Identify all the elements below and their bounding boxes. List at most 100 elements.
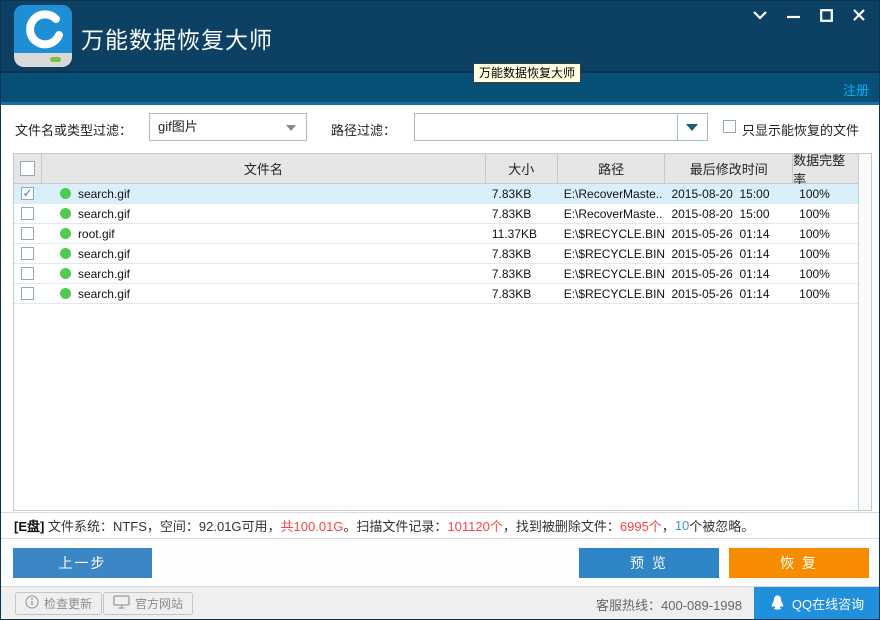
row-checkbox[interactable]	[21, 247, 34, 260]
app-window: 万能数据恢复大师 注册 万能数据恢复大师 文件名或类型过滤： gif图片 路径过…	[0, 0, 880, 620]
minimize-icon[interactable]	[785, 7, 801, 23]
column-header-filename[interactable]: 文件名	[42, 154, 486, 183]
chevron-down-icon	[686, 124, 698, 131]
file-name: search.gif	[78, 187, 130, 201]
file-size: 7.83KB	[486, 187, 558, 201]
file-size: 7.83KB	[486, 287, 558, 301]
file-modified: 2015-08-20 15:00	[665, 207, 793, 221]
file-name: search.gif	[78, 267, 130, 281]
file-integrity: 100%	[793, 287, 858, 301]
back-button[interactable]: 上一步	[13, 548, 152, 578]
only-recoverable-label[interactable]: 只显示能恢复的文件	[742, 120, 859, 139]
select-all-checkbox[interactable]	[20, 161, 35, 176]
row-checkbox[interactable]	[21, 207, 34, 220]
recoverable-dot-icon	[60, 268, 71, 279]
row-checkbox[interactable]	[21, 267, 34, 280]
recoverable-dot-icon	[60, 188, 71, 199]
recoverable-dot-icon	[60, 208, 71, 219]
file-size: 7.83KB	[486, 247, 558, 261]
status-text: 个被忽略。	[689, 516, 754, 535]
file-path: E:\$RECYCLE.BIN..	[558, 247, 666, 261]
type-filter-dropdown[interactable]: gif图片	[149, 113, 307, 141]
file-path: E:\$RECYCLE.BIN..	[558, 227, 666, 241]
action-bar: 上一步 预 览 恢 复	[1, 539, 879, 586]
file-integrity: 100%	[793, 227, 858, 241]
table-row[interactable]: root.gif 11.37KB E:\$RECYCLE.BIN.. 2015-…	[14, 224, 858, 244]
status-bar: [E盘] 文件系统：NTFS，空间：92.01G可用，共100.01G。扫描文件…	[1, 512, 879, 539]
register-link[interactable]: 注册	[843, 80, 869, 99]
scrollbar-track[interactable]	[858, 154, 871, 510]
check-update-label: 检查更新	[44, 595, 92, 612]
file-path: E:\$RECYCLE.BIN..	[558, 267, 666, 281]
close-icon[interactable]	[851, 7, 867, 23]
table-row[interactable]: search.gif 7.83KB E:\$RECYCLE.BIN.. 2015…	[14, 244, 858, 264]
path-filter-input[interactable]	[415, 114, 677, 140]
file-integrity: 100%	[793, 267, 858, 281]
footer-bar: 检查更新 官方网站 客服热线：400-089-1998 QQ在线咨询	[1, 586, 879, 619]
column-header-modified[interactable]: 最后修改时间	[665, 154, 793, 183]
table-row[interactable]: search.gif 7.83KB E:\$RECYCLE.BIN.. 2015…	[14, 284, 858, 304]
info-icon	[25, 595, 39, 612]
tooltip: 万能数据恢复大师	[473, 63, 581, 83]
chevron-down-icon	[286, 125, 296, 131]
qq-consult-label: QQ在线咨询	[792, 594, 864, 613]
table-row[interactable]: search.gif 7.83KB E:\RecoverMaste.. 2015…	[14, 184, 858, 204]
recoverable-dot-icon	[60, 228, 71, 239]
status-drive: [E盘]	[14, 516, 48, 535]
status-ignored-count: 10	[675, 518, 689, 533]
path-filter-combobox[interactable]	[414, 113, 708, 141]
path-filter-dropdown-button[interactable]	[677, 114, 707, 140]
app-title: 万能数据恢复大师	[81, 21, 273, 55]
row-checkbox[interactable]	[21, 187, 34, 200]
file-integrity: 100%	[793, 207, 858, 221]
status-text: ，找到被删除文件：	[503, 516, 620, 535]
qq-consult-button[interactable]: QQ在线咨询	[754, 587, 879, 620]
preview-button[interactable]: 预 览	[579, 548, 719, 578]
official-site-label: 官方网站	[135, 595, 183, 612]
service-hotline: 客服热线：400-089-1998	[596, 595, 742, 614]
file-name: search.gif	[78, 207, 130, 221]
status-deleted-count: 6995个	[620, 516, 662, 535]
type-filter-label: 文件名或类型过滤：	[15, 120, 132, 139]
status-scanned-count: 101120个	[447, 516, 502, 535]
column-header-path[interactable]: 路径	[558, 154, 666, 183]
file-size: 7.83KB	[486, 267, 558, 281]
table-row[interactable]: search.gif 7.83KB E:\$RECYCLE.BIN.. 2015…	[14, 264, 858, 284]
only-recoverable-checkbox[interactable]	[723, 120, 736, 133]
file-path: E:\RecoverMaste..	[558, 207, 666, 221]
file-integrity: 100%	[793, 247, 858, 261]
file-path: E:\$RECYCLE.BIN..	[558, 287, 666, 301]
title-bar: 万能数据恢复大师	[1, 1, 879, 71]
file-modified: 2015-08-20 15:00	[665, 187, 793, 201]
file-integrity: 100%	[793, 187, 858, 201]
column-header-integrity[interactable]: 数据完整率	[793, 154, 858, 183]
row-checkbox[interactable]	[21, 287, 34, 300]
file-size: 7.83KB	[486, 207, 558, 221]
check-update-button[interactable]: 检查更新	[15, 592, 102, 615]
filter-bar: 文件名或类型过滤： gif图片 路径过滤： 只显示能恢复的文件	[1, 105, 879, 153]
sub-header-strip	[1, 71, 879, 102]
file-size: 11.37KB	[486, 227, 558, 241]
status-text: 。扫描文件记录：	[343, 516, 447, 535]
file-table: 文件名 大小 路径 最后修改时间 数据完整率 search.gif 7.83KB…	[13, 153, 872, 511]
status-total-space: 共100.01G	[281, 516, 344, 535]
column-header-size[interactable]: 大小	[486, 154, 558, 183]
file-name: root.gif	[78, 227, 115, 241]
qq-penguin-icon	[769, 594, 786, 614]
file-modified: 2015-05-26 01:14	[665, 247, 793, 261]
app-logo-icon	[14, 5, 72, 72]
file-modified: 2015-05-26 01:14	[665, 227, 793, 241]
chevron-down-icon[interactable]	[752, 7, 768, 23]
path-filter-label: 路径过滤：	[331, 120, 396, 139]
maximize-icon[interactable]	[818, 7, 834, 23]
recover-button[interactable]: 恢 复	[729, 548, 869, 578]
recoverable-dot-icon	[60, 248, 71, 259]
status-text: ，	[662, 516, 675, 535]
row-checkbox[interactable]	[21, 227, 34, 240]
table-row[interactable]: search.gif 7.83KB E:\RecoverMaste.. 2015…	[14, 204, 858, 224]
file-modified: 2015-05-26 01:14	[665, 267, 793, 281]
table-header: 文件名 大小 路径 最后修改时间 数据完整率	[14, 154, 858, 184]
file-name: search.gif	[78, 247, 130, 261]
table-body: search.gif 7.83KB E:\RecoverMaste.. 2015…	[14, 184, 858, 304]
official-site-button[interactable]: 官方网站	[103, 592, 193, 615]
